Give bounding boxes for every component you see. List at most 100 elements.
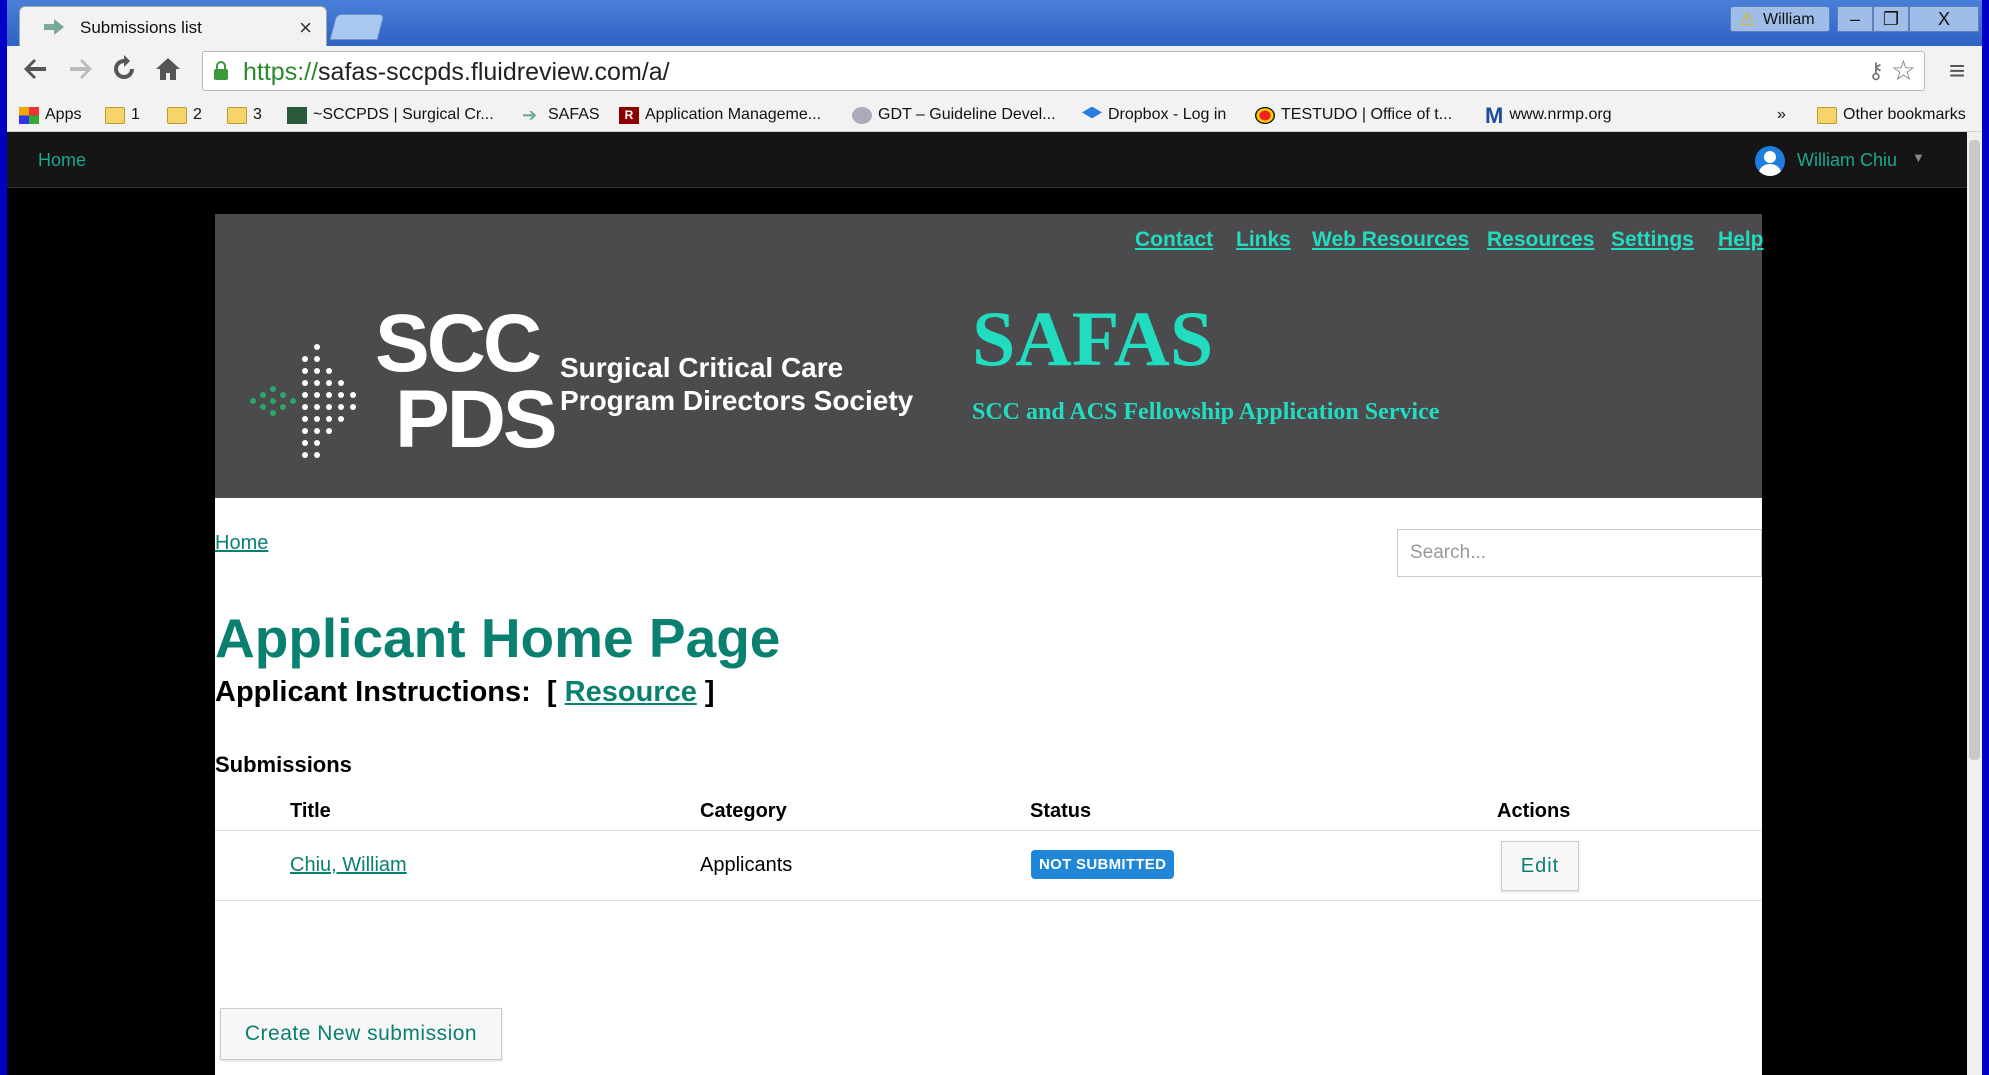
bookmark-folder-2[interactable]: 2 bbox=[167, 103, 202, 127]
table-header-row: Title Category Status Actions bbox=[215, 794, 1762, 831]
breadcrumb-home-link[interactable]: Home bbox=[215, 532, 268, 555]
bookmark-nrmp[interactable]: Mwww.nrmp.org bbox=[1485, 103, 1612, 127]
instructions-bracket-close: ] bbox=[704, 676, 715, 708]
nav-home-link[interactable]: Home bbox=[38, 150, 86, 171]
folder-icon bbox=[227, 106, 247, 124]
bookmarks-bar: Apps 1 2 3 ~SCCPDS | Surgical Cr... ➔ SAF… bbox=[7, 98, 1982, 132]
url-text: https://safas-sccpds.fluidreview.com/a/ bbox=[243, 58, 670, 87]
site-top-nav: Home William Chiu ▼ bbox=[7, 132, 1967, 188]
bookmark-apps[interactable]: Apps bbox=[19, 103, 81, 127]
home-button[interactable] bbox=[151, 55, 185, 89]
folder-icon bbox=[1817, 106, 1837, 124]
bookmark-other-bookmarks[interactable]: Other bookmarks bbox=[1817, 103, 1966, 127]
column-header-title: Title bbox=[290, 800, 331, 822]
bookmark-dropbox[interactable]: Dropbox - Log in bbox=[1082, 103, 1226, 127]
page-viewport: Home William Chiu ▼ Contact Links Web Re… bbox=[7, 132, 1967, 1075]
gdt-favicon-icon bbox=[852, 106, 872, 124]
user-avatar-icon[interactable] bbox=[1755, 146, 1785, 176]
bookmark-folder-1[interactable]: 1 bbox=[105, 103, 140, 127]
site-banner: Contact Links Web Resources Resources Se… bbox=[215, 214, 1764, 498]
header-link-help[interactable]: Help bbox=[1718, 228, 1764, 252]
browser-window: Submissions list × ⚠ William – ❐ X https… bbox=[7, 0, 1982, 1075]
reload-button[interactable] bbox=[107, 55, 141, 89]
sccpds-favicon-icon bbox=[287, 106, 307, 124]
chrome-menu-icon[interactable]: ≡ bbox=[1942, 56, 1972, 86]
resource-link[interactable]: Resource bbox=[565, 676, 697, 708]
logo-pds-text: PDS bbox=[395, 374, 558, 465]
new-tab-button[interactable] bbox=[329, 14, 385, 40]
dropbox-icon bbox=[1082, 106, 1102, 119]
scrollbar-thumb[interactable] bbox=[1969, 140, 1980, 760]
bookmark-application-management[interactable]: R Application Manageme... bbox=[619, 103, 821, 127]
bookmark-folder-3[interactable]: 3 bbox=[227, 103, 262, 127]
user-menu-name[interactable]: William Chiu bbox=[1797, 150, 1897, 171]
profile-button[interactable]: ⚠ William bbox=[1730, 6, 1830, 32]
profile-name: William bbox=[1763, 11, 1815, 28]
table-row: Chiu, William Applicants NOT SUBMITTED E… bbox=[215, 831, 1762, 901]
logo-scc-text: SCC bbox=[375, 298, 542, 389]
header-link-links[interactable]: Links bbox=[1236, 228, 1291, 252]
apps-grid-icon bbox=[19, 106, 39, 124]
submission-title-link[interactable]: Chiu, William bbox=[290, 854, 407, 877]
lock-icon bbox=[214, 61, 228, 80]
tab-close-icon[interactable]: × bbox=[299, 15, 312, 41]
submissions-heading: Submissions bbox=[215, 752, 352, 777]
tab-submissions-list[interactable]: Submissions list × bbox=[19, 6, 327, 46]
column-header-status: Status bbox=[1030, 800, 1092, 822]
fluidreview-arrow-icon: ➔ bbox=[522, 104, 538, 125]
sccpds-dotted-arrow-icon bbox=[250, 344, 356, 458]
folder-icon bbox=[167, 106, 187, 124]
header-link-settings[interactable]: Settings bbox=[1611, 228, 1694, 252]
logo-society-line2: Program Directors Society bbox=[560, 385, 914, 416]
bookmark-safas[interactable]: ➔ SAFAS bbox=[522, 103, 600, 127]
key-icon[interactable]: ⚷ bbox=[1868, 58, 1884, 84]
instructions-bracket-open: [ bbox=[546, 676, 557, 708]
bookmark-testudo[interactable]: TESTUDO | Office of t... bbox=[1255, 103, 1452, 127]
forward-arrow-icon bbox=[70, 59, 92, 79]
nrmp-m-icon: M bbox=[1485, 102, 1504, 128]
folder-icon bbox=[105, 106, 125, 124]
bookmarks-overflow-chevron-icon[interactable]: » bbox=[1777, 103, 1786, 127]
forward-button[interactable] bbox=[63, 55, 97, 89]
search-input[interactable] bbox=[1397, 529, 1762, 577]
home-icon bbox=[156, 58, 180, 80]
close-window-button[interactable]: X bbox=[1909, 6, 1979, 32]
submission-category: Applicants bbox=[700, 854, 793, 876]
column-header-actions: Actions bbox=[1497, 800, 1571, 822]
url-host-path: safas-sccpds.fluidreview.com/a/ bbox=[318, 58, 670, 86]
header-link-resources[interactable]: Resources bbox=[1487, 228, 1594, 252]
address-bar[interactable]: https://safas-sccpds.fluidreview.com/a/ … bbox=[202, 51, 1925, 91]
site-title: SAFAS bbox=[972, 295, 1214, 382]
reload-icon bbox=[114, 55, 134, 79]
bookmark-gdt[interactable]: GDT – Guideline Devel... bbox=[852, 103, 1056, 127]
bookmark-sccpds[interactable]: ~SCCPDS | Surgical Cr... bbox=[287, 103, 494, 127]
header-link-contact[interactable]: Contact bbox=[1135, 228, 1213, 252]
logo-society-line1: Surgical Critical Care bbox=[560, 352, 844, 383]
back-arrow-icon bbox=[24, 59, 46, 79]
content-container: Contact Links Web Resources Resources Se… bbox=[215, 214, 1764, 1075]
bookmark-star-icon[interactable]: ☆ bbox=[1891, 54, 1916, 87]
fr-favicon-icon: R bbox=[619, 106, 639, 124]
status-badge: NOT SUBMITTED bbox=[1031, 850, 1175, 879]
title-bar: Submissions list × ⚠ William – ❐ X bbox=[7, 0, 1982, 46]
chevron-down-icon[interactable]: ▼ bbox=[1912, 150, 1925, 165]
fluidreview-arrow-icon bbox=[44, 19, 64, 35]
create-new-submission-button[interactable]: Create New submission bbox=[220, 1008, 502, 1060]
column-header-category: Category bbox=[700, 800, 787, 822]
minimize-button[interactable]: – bbox=[1837, 6, 1873, 32]
page-title: Applicant Home Page bbox=[215, 607, 781, 669]
page-scrollbar[interactable] bbox=[1967, 132, 1982, 1075]
sccpds-logo: SCC PDS Surgical Critical Care Program D… bbox=[245, 303, 913, 479]
maximize-button[interactable]: ❐ bbox=[1873, 6, 1909, 32]
edit-button[interactable]: Edit bbox=[1501, 841, 1579, 891]
site-subtitle: SCC and ACS Fellowship Application Servi… bbox=[972, 399, 1440, 425]
applicant-instructions: Applicant Instructions: [ Resource ] bbox=[215, 676, 715, 709]
umd-favicon-icon bbox=[1255, 106, 1275, 124]
tab-title: Submissions list bbox=[80, 18, 202, 37]
header-link-web-resources[interactable]: Web Resources bbox=[1312, 228, 1469, 252]
back-button[interactable] bbox=[19, 55, 53, 89]
instructions-label: Applicant Instructions: bbox=[215, 676, 531, 708]
browser-toolbar: https://safas-sccpds.fluidreview.com/a/ … bbox=[7, 46, 1982, 98]
warning-icon: ⚠ bbox=[1739, 9, 1756, 29]
url-scheme: https:// bbox=[243, 58, 319, 86]
